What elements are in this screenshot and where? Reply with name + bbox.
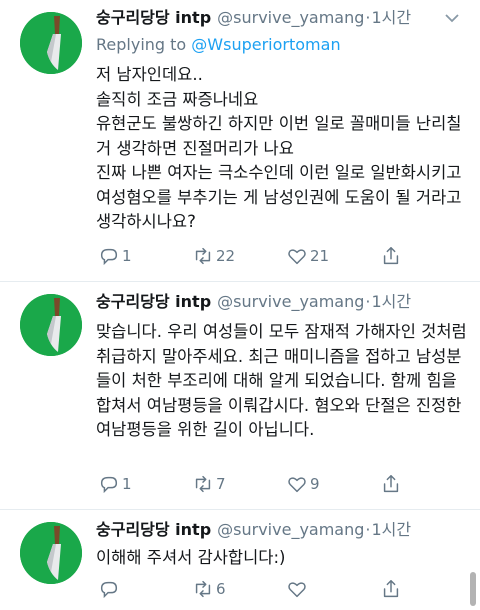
tweet-1[interactable]: 숭구리당당 intp @survive_yamang · 1시간 Replyin… <box>0 0 480 282</box>
replying-to-label: Replying to <box>96 35 192 54</box>
user-handle[interactable]: @survive_yamang <box>217 8 364 28</box>
retweet-icon <box>195 580 211 598</box>
retweet-icon <box>195 475 211 493</box>
like-count: 21 <box>310 247 330 265</box>
share-icon <box>383 580 399 598</box>
tweet-2[interactable]: 숭구리당당 intp @survive_yamang · 1시간 맞습니다. 우… <box>0 282 480 510</box>
display-name[interactable]: 숭구리당당 intp <box>96 292 211 312</box>
knife-avatar-icon <box>20 522 82 584</box>
like-button[interactable] <box>286 578 380 600</box>
reply-button[interactable]: 1 <box>98 473 192 495</box>
tweet-3[interactable]: 숭구리당당 intp @survive_yamang · 1시간 이해해 주셔서… <box>0 510 480 610</box>
user-handle[interactable]: @survive_yamang <box>217 292 364 312</box>
timestamp[interactable]: 1시간 <box>372 520 412 540</box>
tweet-text: 이해해 주셔서 감사합니다:) <box>96 548 286 567</box>
heart-icon <box>288 582 306 598</box>
timestamp[interactable]: 1시간 <box>372 8 412 28</box>
separator: · <box>365 520 371 539</box>
retweet-count: 7 <box>216 475 226 493</box>
timestamp[interactable]: 1시간 <box>372 292 412 312</box>
replying-to: Replying to @Wsuperiortoman <box>96 35 341 54</box>
chevron-down-icon[interactable] <box>442 8 462 28</box>
share-button[interactable] <box>380 473 420 495</box>
retweet-count: 22 <box>216 247 236 265</box>
user-handle[interactable]: @survive_yamang <box>217 520 364 540</box>
knife-avatar-icon <box>20 294 82 356</box>
reply-icon <box>100 476 118 494</box>
avatar[interactable] <box>20 522 82 584</box>
reply-count: 1 <box>122 247 132 265</box>
heart-icon <box>288 249 306 265</box>
retweet-icon <box>195 247 211 265</box>
retweet-button[interactable]: 7 <box>192 473 286 495</box>
reply-icon <box>100 581 118 599</box>
reply-count: 1 <box>122 475 132 493</box>
display-name[interactable]: 숭구리당당 intp <box>96 520 211 540</box>
tweet-actions: 1 7 9 <box>98 473 420 495</box>
like-button[interactable]: 9 <box>286 473 380 495</box>
knife-avatar-icon <box>20 12 82 74</box>
tweet-actions: 6 <box>98 578 420 600</box>
like-count: 9 <box>310 475 320 493</box>
separator: · <box>365 8 371 27</box>
tweet-actions: 1 22 21 <box>98 245 420 267</box>
tweet-text: 저 남자인데요.. 솔직히 조금 짜증나네요 유현군도 불쌍하긴 하지만 이번 … <box>96 65 462 231</box>
share-button[interactable] <box>380 245 420 267</box>
retweet-button[interactable]: 6 <box>192 578 286 600</box>
share-button[interactable] <box>380 578 420 600</box>
tweet-list: 숭구리당당 intp @survive_yamang · 1시간 Replyin… <box>0 0 480 610</box>
scrollbar[interactable] <box>470 572 476 606</box>
tweet-header: 숭구리당당 intp @survive_yamang · 1시간 <box>96 8 470 28</box>
share-icon <box>383 247 399 265</box>
separator: · <box>365 292 371 311</box>
retweet-count: 6 <box>216 580 226 598</box>
avatar[interactable] <box>20 12 82 74</box>
heart-icon <box>288 477 306 493</box>
like-button[interactable]: 21 <box>286 245 380 267</box>
tweet-header: 숭구리당당 intp @survive_yamang · 1시간 <box>96 520 470 540</box>
reply-button[interactable]: 1 <box>98 245 192 267</box>
tweet-header: 숭구리당당 intp @survive_yamang · 1시간 <box>96 292 470 312</box>
share-icon <box>383 475 399 493</box>
tweet-text: 맞습니다. 우리 여성들이 모두 잠재적 가해자인 것처럼 취급하지 말아주세요… <box>96 322 467 439</box>
reply-target-link[interactable]: @Wsuperiortoman <box>191 35 340 54</box>
display-name[interactable]: 숭구리당당 intp <box>96 8 211 28</box>
avatar[interactable] <box>20 294 82 356</box>
reply-button[interactable] <box>98 578 192 600</box>
retweet-button[interactable]: 22 <box>192 245 286 267</box>
reply-icon <box>100 248 118 266</box>
